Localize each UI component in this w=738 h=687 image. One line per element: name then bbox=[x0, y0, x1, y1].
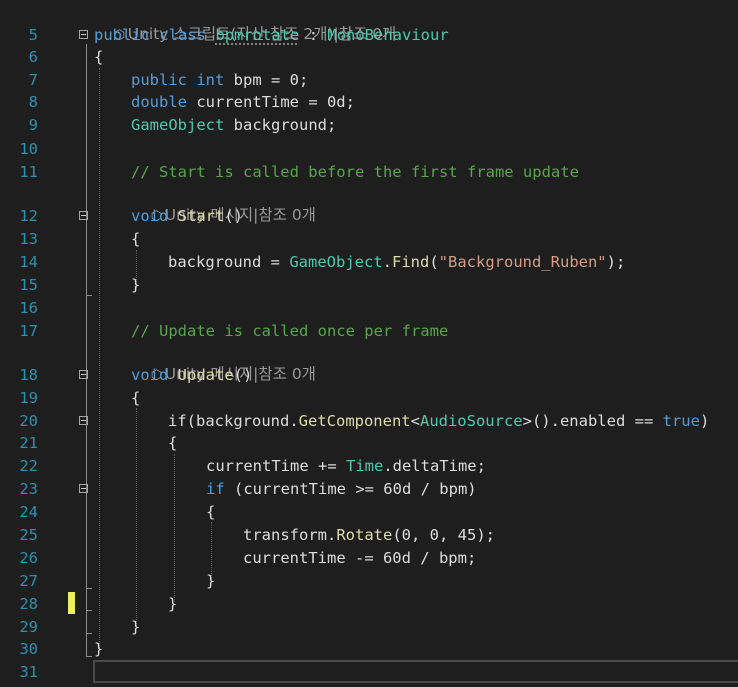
fold-toggle[interactable] bbox=[79, 370, 88, 379]
code-line-25[interactable]: transform.Rotate(0, 0, 45); bbox=[243, 524, 495, 546]
code-line-15[interactable]: } bbox=[131, 274, 140, 296]
code-line-12[interactable]: void Start() bbox=[131, 205, 243, 227]
line-number: 15 bbox=[19, 276, 38, 294]
outline-end bbox=[86, 656, 92, 657]
code-line-27[interactable]: } bbox=[206, 570, 215, 592]
change-marker bbox=[68, 592, 75, 614]
code-line-8[interactable]: double currentTime = 0d; bbox=[131, 91, 355, 113]
code-line-22[interactable]: currentTime += Time.deltaTime; bbox=[206, 455, 486, 477]
fold-toggle[interactable] bbox=[79, 30, 88, 39]
code-line-20[interactable]: if(background.GetComponent<AudioSource>(… bbox=[168, 410, 709, 432]
outline-end bbox=[86, 633, 92, 634]
codelens-update[interactable]: ⬡ Unity 메시지|참조 0개 bbox=[131, 341, 316, 383]
fold-toggle[interactable] bbox=[79, 416, 88, 425]
line-number: 21 bbox=[19, 434, 38, 452]
current-line-highlight[interactable] bbox=[93, 660, 738, 683]
code-line-14[interactable]: background = GameObject.Find("Background… bbox=[168, 251, 625, 273]
line-number: 30 bbox=[19, 640, 38, 658]
line-number: 6 bbox=[28, 48, 38, 66]
code-line-21[interactable]: { bbox=[168, 432, 177, 454]
line-number: 25 bbox=[19, 526, 38, 544]
line-number: 10 bbox=[19, 140, 38, 158]
code-line-7[interactable]: public int bpm = 0; bbox=[131, 69, 308, 91]
code-line-5[interactable]: public class bpmrotate : MonoBehaviour bbox=[94, 24, 449, 46]
code-line-30[interactable]: } bbox=[94, 638, 103, 660]
codelens-class[interactable]: ⬡ Unity 스크립트(자산 참조 2개)|참조 0개 bbox=[94, 1, 397, 43]
code-editor[interactable]: ⬡ Unity 스크립트(자산 참조 2개)|참조 0개 ⬡ Unity 메시지|참… bbox=[0, 0, 738, 687]
line-number: 8 bbox=[28, 93, 38, 111]
line-number: 19 bbox=[19, 389, 38, 407]
code-line-23[interactable]: if (currentTime >= 60d / bpm) bbox=[206, 478, 477, 500]
line-number: 23 bbox=[19, 480, 38, 498]
code-line-11[interactable]: // Start is called before the first fram… bbox=[131, 161, 579, 183]
fold-toggle[interactable] bbox=[79, 484, 88, 493]
line-number: 7 bbox=[28, 71, 38, 89]
line-number: 17 bbox=[19, 322, 38, 340]
outline-line bbox=[86, 44, 87, 656]
class-name: bpmrotate bbox=[215, 26, 300, 44]
code-line-19[interactable]: { bbox=[131, 387, 140, 409]
code-line-13[interactable]: { bbox=[131, 228, 140, 250]
code-line-9[interactable]: GameObject background; bbox=[131, 114, 336, 136]
line-number: 24 bbox=[19, 503, 38, 521]
line-number: 22 bbox=[19, 457, 38, 475]
indent-guide bbox=[99, 68, 100, 648]
indent-guide bbox=[174, 454, 175, 602]
line-number: 31 bbox=[19, 663, 38, 681]
line-number: 14 bbox=[19, 253, 38, 271]
line-number: 18 bbox=[19, 366, 38, 384]
code-line-26[interactable]: currentTime -= 60d / bpm; bbox=[243, 547, 476, 569]
line-number: 12 bbox=[19, 207, 38, 225]
line-number: 29 bbox=[19, 618, 38, 636]
codelens-start[interactable]: ⬡ Unity 메시지|참조 0개 bbox=[131, 182, 316, 224]
line-number: 11 bbox=[19, 163, 38, 181]
code-line-24[interactable]: { bbox=[206, 501, 215, 523]
code-line-17[interactable]: // Update is called once per frame bbox=[131, 320, 448, 342]
fold-toggle[interactable] bbox=[79, 211, 88, 220]
indent-guide bbox=[136, 408, 137, 626]
line-number: 16 bbox=[19, 299, 38, 317]
outline-end bbox=[86, 295, 92, 296]
code-line-18[interactable]: void Update() bbox=[131, 364, 252, 386]
line-number: 9 bbox=[28, 116, 38, 134]
line-number: 28 bbox=[19, 595, 38, 613]
line-number: 20 bbox=[19, 412, 38, 430]
outline-end bbox=[86, 610, 92, 611]
line-number: 26 bbox=[19, 549, 38, 567]
code-line-28[interactable]: } bbox=[168, 593, 177, 615]
outline-end bbox=[86, 588, 92, 589]
code-line-6[interactable]: { bbox=[94, 46, 103, 68]
line-number: 27 bbox=[19, 572, 38, 590]
line-number: 13 bbox=[19, 230, 38, 248]
line-number: 5 bbox=[28, 26, 38, 44]
code-line-29[interactable]: } bbox=[131, 616, 140, 638]
